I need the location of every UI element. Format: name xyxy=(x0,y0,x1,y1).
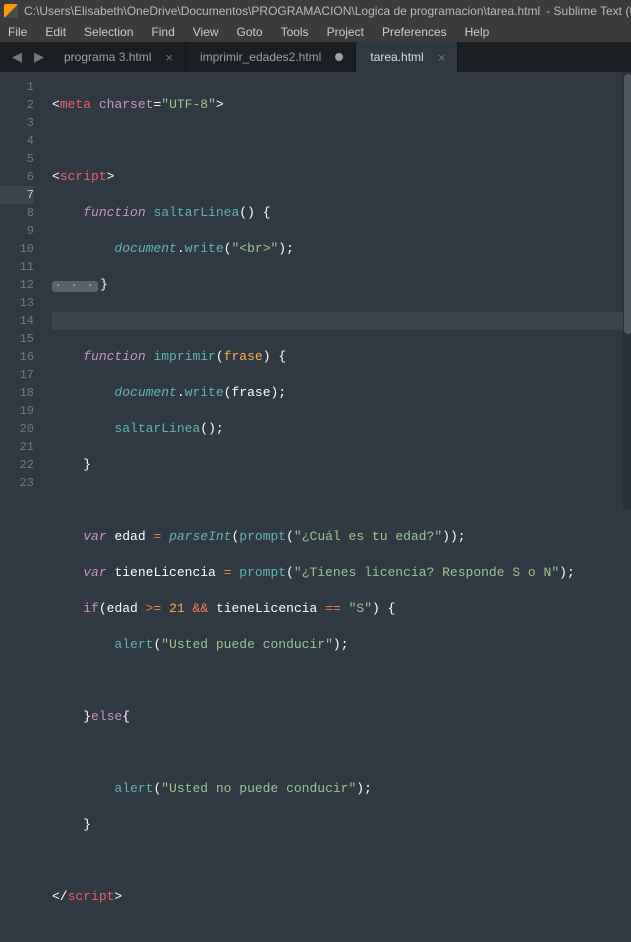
tab-tarea[interactable]: tarea.html × xyxy=(356,42,458,72)
app-icon xyxy=(4,4,18,18)
code-area[interactable]: <meta charset="UTF-8"> <script> function… xyxy=(44,72,631,942)
close-icon[interactable]: × xyxy=(438,51,446,64)
line-number: 11 xyxy=(0,258,34,276)
tab-imprimir-edades2[interactable]: imprimir_edades2.html xyxy=(186,42,356,72)
line-number: 20 xyxy=(0,420,34,438)
nav-forward-button[interactable]: ▶ xyxy=(28,42,50,72)
vertical-scrollbar[interactable] xyxy=(623,72,631,509)
menu-bar: File Edit Selection Find View Goto Tools… xyxy=(0,22,631,42)
title-suffix: - Sublime Text (U xyxy=(546,4,631,18)
editor: 1234567891011121314151617181920212223 <m… xyxy=(0,72,631,509)
line-number: 1 xyxy=(0,78,34,96)
close-icon[interactable]: × xyxy=(165,51,173,64)
menu-project[interactable]: Project xyxy=(327,25,364,39)
line-number: 5 xyxy=(0,150,34,168)
menu-help[interactable]: Help xyxy=(465,25,490,39)
menu-goto[interactable]: Goto xyxy=(237,25,263,39)
line-number: 18 xyxy=(0,384,34,402)
line-number: 21 xyxy=(0,438,34,456)
line-number: 9 xyxy=(0,222,34,240)
line-number: 12 xyxy=(0,276,34,294)
title-path: C:\Users\Elisabeth\OneDrive\Documentos\P… xyxy=(24,4,540,18)
menu-selection[interactable]: Selection xyxy=(84,25,133,39)
line-number: 3 xyxy=(0,114,34,132)
menu-file[interactable]: File xyxy=(8,25,27,39)
line-number: 15 xyxy=(0,330,34,348)
menu-view[interactable]: View xyxy=(193,25,219,39)
dirty-indicator-icon xyxy=(335,53,343,61)
tab-label: tarea.html xyxy=(370,50,423,64)
line-number: 22 xyxy=(0,456,34,474)
window-titlebar: C:\Users\Elisabeth\OneDrive\Documentos\P… xyxy=(0,0,631,22)
line-number: 16 xyxy=(0,348,34,366)
line-number: 14 xyxy=(0,312,34,330)
line-number: 6 xyxy=(0,168,34,186)
menu-preferences[interactable]: Preferences xyxy=(382,25,447,39)
line-number: 19 xyxy=(0,402,34,420)
tab-label: programa 3.html xyxy=(64,50,151,64)
tab-programa3[interactable]: programa 3.html × xyxy=(50,42,186,72)
menu-find[interactable]: Find xyxy=(151,25,174,39)
fold-marker-icon[interactable]: · · · xyxy=(52,281,98,292)
line-number: 13 xyxy=(0,294,34,312)
active-line xyxy=(52,312,631,330)
line-number: 7 xyxy=(0,186,34,204)
line-number: 4 xyxy=(0,132,34,150)
line-number: 10 xyxy=(0,240,34,258)
line-number: 8 xyxy=(0,204,34,222)
scrollbar-thumb[interactable] xyxy=(624,74,631,334)
tab-bar: ◀ ▶ programa 3.html × imprimir_edades2.h… xyxy=(0,42,631,72)
menu-tools[interactable]: Tools xyxy=(281,25,309,39)
nav-back-button[interactable]: ◀ xyxy=(6,42,28,72)
line-number: 17 xyxy=(0,366,34,384)
menu-edit[interactable]: Edit xyxy=(45,25,66,39)
line-number: 2 xyxy=(0,96,34,114)
tab-label: imprimir_edades2.html xyxy=(200,50,321,64)
line-number: 23 xyxy=(0,474,34,492)
line-number-gutter: 1234567891011121314151617181920212223 xyxy=(0,72,44,509)
